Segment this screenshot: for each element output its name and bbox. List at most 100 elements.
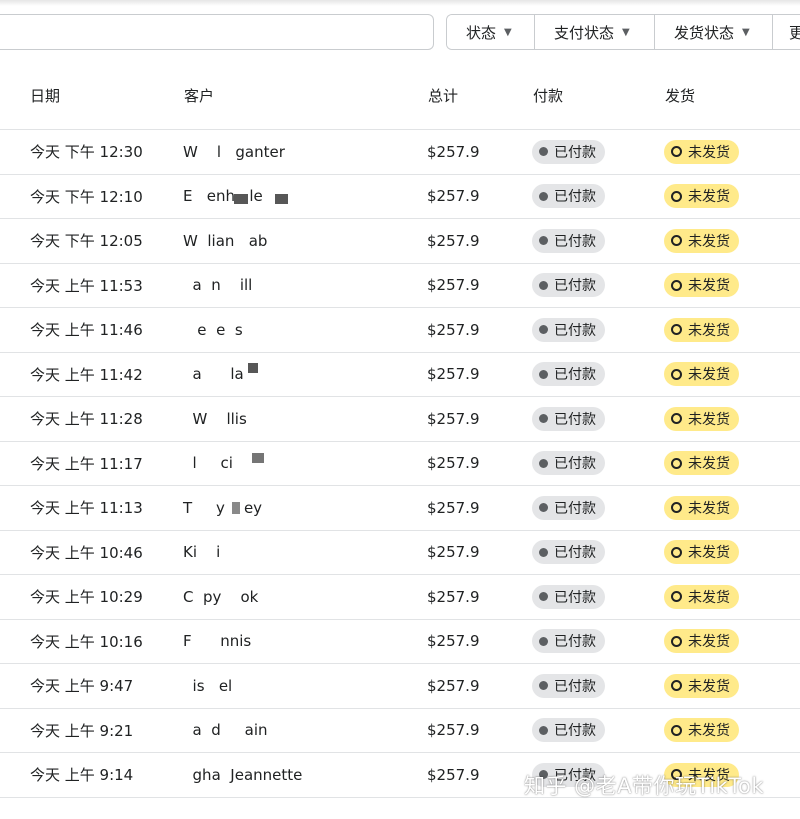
payment-status-badge: 已付款 bbox=[532, 139, 605, 164]
filter-button-group: 状态 ▼ 支付状态 ▼ 发货状态 ▼ 更 bbox=[446, 14, 800, 50]
shipping-status-text: 未发货 bbox=[688, 278, 730, 295]
payment-cell: 已付款 bbox=[532, 396, 664, 442]
order-date: 今天 下午 12:05 bbox=[0, 218, 183, 264]
customer-name: l ci bbox=[183, 441, 427, 486]
status-dot-icon bbox=[539, 280, 548, 290]
table-row[interactable]: 今天 上午 10:16 F nnis $257.9 已付款 未发货 bbox=[0, 619, 800, 664]
order-date: 今天 上午 10:29 bbox=[0, 574, 183, 620]
payment-status-badge: 已付款 bbox=[532, 540, 605, 565]
shipping-cell: 未发货 bbox=[664, 441, 800, 486]
shipping-status-text: 未发货 bbox=[688, 678, 730, 695]
payment-cell: 已付款 bbox=[532, 352, 664, 397]
order-date: 今天 下午 12:10 bbox=[0, 174, 183, 219]
status-ring-icon bbox=[671, 413, 682, 425]
payment-status-badge: 已付款 bbox=[532, 584, 605, 609]
watermark-text: 知乎 @老A带你玩TikTok bbox=[524, 774, 764, 798]
customer-name: T y ey bbox=[183, 485, 427, 531]
column-header-shipping[interactable]: 发货 bbox=[664, 62, 800, 130]
table-row[interactable]: 今天 上午 11:53 a n ill $257.9 已付款 未发货 bbox=[0, 263, 800, 308]
payment-status-badge: 已付款 bbox=[532, 317, 605, 342]
status-dot-icon bbox=[539, 503, 548, 513]
table-row[interactable]: 今天 下午 12:10 E enh le $257.9 已付款 未发货 bbox=[0, 174, 800, 219]
shipping-status-text: 未发货 bbox=[688, 144, 730, 161]
shipping-status-text: 未发货 bbox=[688, 322, 730, 339]
more-filters-button[interactable]: 更 bbox=[773, 15, 800, 49]
table-row[interactable]: 今天 上午 11:17 l ci $257.9 已付款 未发货 bbox=[0, 441, 800, 486]
payment-status-text: 已付款 bbox=[554, 411, 596, 428]
chevron-down-icon: ▼ bbox=[742, 26, 750, 38]
payment-cell: 已付款 bbox=[532, 485, 664, 531]
customer-name: F nnis bbox=[183, 619, 427, 664]
status-ring-icon bbox=[671, 546, 682, 558]
payment-status-text: 已付款 bbox=[554, 456, 596, 473]
table-row[interactable]: 今天 上午 11:42 a la $257.9 已付款 未发货 bbox=[0, 352, 800, 397]
payment-status-text: 已付款 bbox=[554, 589, 596, 606]
customer-name: W l ganter bbox=[183, 129, 427, 175]
order-total: $257.9 bbox=[427, 396, 532, 442]
column-header-customer[interactable]: 客户 bbox=[183, 62, 427, 130]
status-filter-button[interactable]: 状态 ▼ bbox=[447, 15, 535, 49]
order-date: 今天 下午 12:30 bbox=[0, 129, 183, 175]
payment-status-text: 已付款 bbox=[554, 367, 596, 384]
payment-status-badge: 已付款 bbox=[532, 228, 605, 253]
payment-cell: 已付款 bbox=[532, 530, 664, 575]
column-header-payment[interactable]: 付款 bbox=[532, 62, 664, 130]
payment-cell: 已付款 bbox=[532, 218, 664, 264]
status-ring-icon bbox=[671, 680, 682, 692]
table-row[interactable]: 今天 下午 12:30 W l ganter $257.9 已付款 未发货 bbox=[0, 129, 800, 175]
payment-status-badge: 已付款 bbox=[532, 273, 605, 298]
chevron-down-icon: ▼ bbox=[622, 26, 630, 38]
shipping-status-badge: 未发货 bbox=[664, 718, 739, 743]
shipping-cell: 未发货 bbox=[664, 307, 800, 353]
payment-status-text: 已付款 bbox=[554, 144, 596, 161]
table-row[interactable]: 今天 上午 11:13 T y ey $257.9 已付款 未发货 bbox=[0, 485, 800, 531]
payment-cell: 已付款 bbox=[532, 263, 664, 308]
payment-cell: 已付款 bbox=[532, 619, 664, 664]
status-dot-icon bbox=[539, 725, 548, 735]
table-row[interactable]: 今天 上午 11:46 e e s $257.9 已付款 未发货 bbox=[0, 307, 800, 353]
order-total: $257.9 bbox=[427, 663, 532, 709]
shipping-cell: 未发货 bbox=[664, 708, 800, 753]
shipping-status-badge: 未发货 bbox=[664, 629, 739, 654]
shipping-status-text: 未发货 bbox=[688, 189, 730, 206]
table-header-row: 日期 客户 总计 付款 发货 bbox=[0, 62, 800, 130]
shipping-status-badge: 未发货 bbox=[664, 673, 739, 698]
column-header-date[interactable]: 日期 bbox=[0, 62, 183, 130]
order-total: $257.9 bbox=[427, 307, 532, 353]
table-row[interactable]: 今天 上午 9:21 a d ain $257.9 已付款 未发货 bbox=[0, 708, 800, 753]
more-filters-label: 更 bbox=[789, 22, 800, 43]
shipping-status-badge: 未发货 bbox=[664, 228, 739, 253]
shipping-status-badge: 未发货 bbox=[664, 451, 739, 476]
shipping-status-text: 未发货 bbox=[688, 545, 730, 562]
payment-status-filter-label: 支付状态 bbox=[554, 23, 615, 42]
payment-status-filter-button[interactable]: 支付状态 ▼ bbox=[535, 15, 655, 49]
order-total: $257.9 bbox=[427, 619, 532, 664]
table-row[interactable]: 今天 下午 12:05 W lian ab $257.9 已付款 未发货 bbox=[0, 218, 800, 264]
status-dot-icon bbox=[539, 458, 548, 468]
shipping-status-filter-button[interactable]: 发货状态 ▼ bbox=[655, 15, 773, 49]
table-row[interactable]: 今天 上午 10:29 C py ok $257.9 已付款 未发货 bbox=[0, 574, 800, 620]
shipping-cell: 未发货 bbox=[664, 129, 800, 175]
shipping-status-badge: 未发货 bbox=[664, 362, 739, 387]
status-dot-icon bbox=[539, 547, 548, 557]
shipping-status-badge: 未发货 bbox=[664, 584, 739, 609]
search-input[interactable] bbox=[0, 14, 434, 50]
status-ring-icon bbox=[671, 502, 682, 514]
order-total: $257.9 bbox=[427, 441, 532, 486]
payment-cell: 已付款 bbox=[532, 174, 664, 219]
payment-status-text: 已付款 bbox=[554, 723, 596, 740]
shipping-status-badge: 未发货 bbox=[664, 406, 739, 431]
payment-cell: 已付款 bbox=[532, 441, 664, 486]
table-row[interactable]: 今天 上午 9:47 is el $257.9 已付款 未发货 bbox=[0, 663, 800, 709]
column-header-total[interactable]: 总计 bbox=[427, 62, 532, 130]
order-total: $257.9 bbox=[427, 129, 532, 175]
payment-status-text: 已付款 bbox=[554, 678, 596, 695]
payment-cell: 已付款 bbox=[532, 574, 664, 620]
shipping-cell: 未发货 bbox=[664, 352, 800, 397]
table-row[interactable]: 今天 上午 10:46 Ki i $257.9 已付款 未发货 bbox=[0, 530, 800, 575]
payment-status-text: 已付款 bbox=[554, 634, 596, 651]
shipping-status-filter-label: 发货状态 bbox=[674, 23, 735, 42]
shipping-cell: 未发货 bbox=[664, 530, 800, 575]
order-total: $257.9 bbox=[427, 263, 532, 308]
table-row[interactable]: 今天 上午 11:28 W llis $257.9 已付款 未发货 bbox=[0, 396, 800, 442]
